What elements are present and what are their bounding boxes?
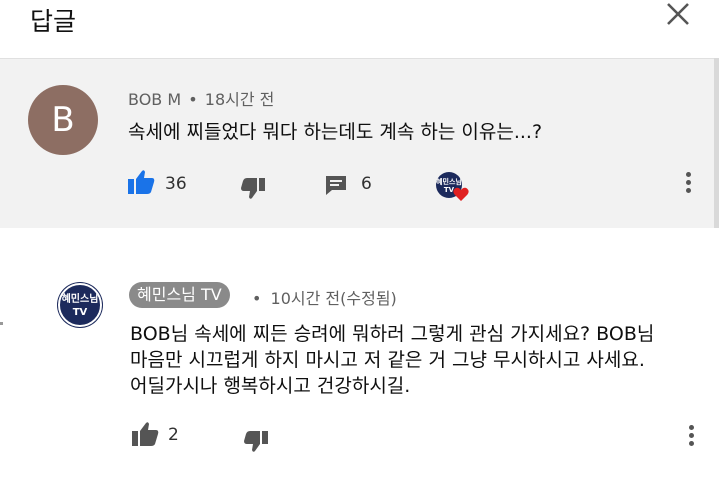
like-icon[interactable]	[131, 421, 159, 447]
more-options-button[interactable]	[685, 172, 693, 196]
kebab-dot	[689, 433, 694, 438]
like-icon[interactable]	[127, 169, 155, 195]
like-count: 2	[168, 425, 179, 445]
dislike-icon[interactable]	[240, 177, 266, 201]
reply-text-line: BOB님 속세에 찌든 승려에 뭐하러 그렇게 관심 가지세요? BOB님	[130, 323, 655, 345]
channel-avatar[interactable]: 혜민스님 TV	[58, 283, 102, 327]
header: 답글	[0, 0, 719, 52]
close-button[interactable]	[660, 0, 696, 32]
dislike-icon[interactable]	[243, 430, 269, 454]
scrollbar[interactable]	[714, 58, 719, 228]
comment-meta: BOB M • 18시간 전	[128, 86, 274, 110]
separator: •	[252, 289, 262, 308]
more-options-button[interactable]	[688, 425, 696, 449]
heart-icon	[453, 187, 469, 201]
page-title: 답글	[30, 7, 77, 36]
like-count: 36	[165, 174, 187, 194]
timestamp: 18시간 전	[204, 90, 275, 109]
kebab-dot	[686, 180, 691, 185]
kebab-dot	[689, 425, 694, 430]
avatar[interactable]: B	[28, 85, 98, 155]
reply-icon[interactable]	[324, 174, 348, 196]
author-name[interactable]: BOB M	[128, 90, 181, 109]
comment-text: 속세에 찌들었다 뭐다 하는데도 계속 하는 이유는...?	[128, 121, 543, 143]
close-icon	[667, 3, 689, 25]
reply-text-line: 마음만 시끄럽게 하지 마시고 저 같은 거 그냥 무시하시고 사세요.	[130, 349, 645, 371]
kebab-dot	[686, 188, 691, 193]
reply-meta: • 10시간 전(수정됨)	[252, 285, 397, 309]
reply-count: 6	[361, 174, 372, 194]
reply-text-line: 어딜가시나 행복하시고 건강하시길.	[130, 375, 411, 397]
separator: •	[188, 90, 198, 109]
channel-name-badge[interactable]: 혜민스님 TV	[129, 282, 230, 308]
kebab-dot	[686, 172, 691, 177]
kebab-dot	[689, 441, 694, 446]
timestamp: 10시간 전(수정됨)	[270, 289, 397, 308]
divider-mark	[0, 322, 3, 325]
